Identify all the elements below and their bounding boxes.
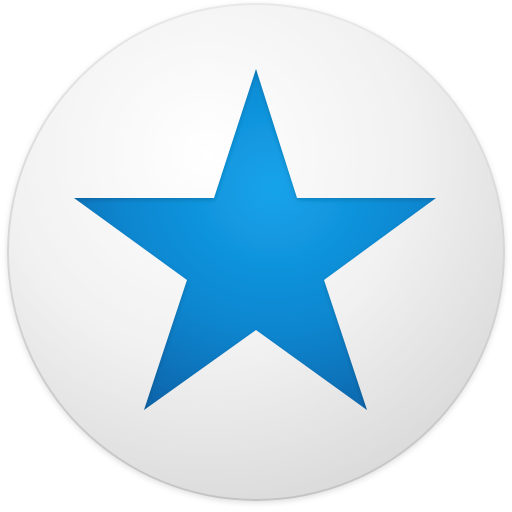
- app-icon-graphic: [7, 3, 505, 501]
- app-icon[interactable]: [0, 0, 512, 512]
